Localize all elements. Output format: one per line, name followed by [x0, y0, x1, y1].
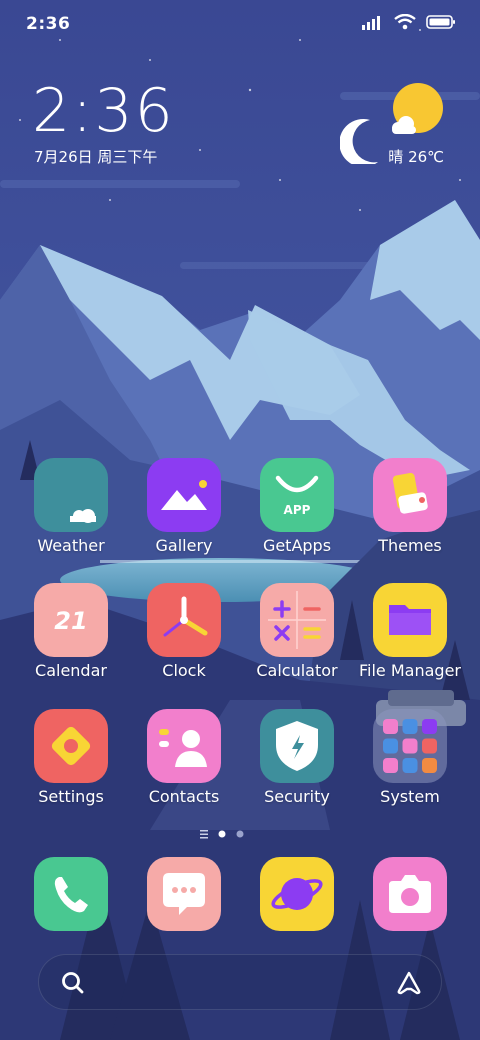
calculator-icon [260, 583, 334, 657]
getapps-icon-text: APP [284, 503, 311, 517]
wifi-icon [394, 14, 416, 30]
battery-icon [426, 15, 455, 29]
clock-icon [147, 583, 221, 657]
security-shield-icon [260, 709, 334, 783]
app-getapps[interactable]: APP GetApps [242, 458, 352, 568]
weather-summary: 晴 26℃ [388, 148, 444, 166]
folder-icon [373, 583, 447, 657]
search-bar[interactable] [38, 954, 442, 1010]
app-label-contacts: Contacts [148, 787, 220, 806]
signal-icon [362, 16, 380, 30]
app-calendar[interactable]: 21 Calendar [16, 583, 126, 693]
settings-gear-icon [34, 709, 108, 783]
app-clock[interactable]: Clock [129, 583, 239, 693]
app-label-weather: Weather [37, 536, 105, 555]
app-label-settings: Settings [38, 787, 104, 806]
assistant-icon[interactable] [395, 969, 423, 997]
app-label-getapps: GetApps [262, 536, 332, 555]
app-label-gallery: Gallery [155, 536, 213, 555]
app-label-security: Security [264, 787, 330, 806]
weather-app-icon [34, 458, 108, 532]
system-folder-icon [373, 709, 447, 783]
gallery-icon [147, 458, 221, 532]
search-icon [62, 972, 84, 994]
calendar-icon-day: 21 [54, 607, 87, 635]
app-file-manager[interactable]: File Manager [355, 583, 465, 693]
browser-planet-icon [260, 857, 334, 931]
dock-camera[interactable] [373, 857, 447, 931]
calendar-icon: 21 [34, 583, 108, 657]
page-dot-active [218, 830, 226, 838]
status-bar: 2:36 [0, 0, 480, 50]
app-label-system: System [380, 787, 440, 806]
app-folder-system[interactable]: System [355, 709, 465, 819]
app-label-calendar: Calendar [35, 661, 107, 680]
app-settings[interactable]: Settings [16, 709, 126, 819]
app-label-themes: Themes [378, 536, 442, 555]
app-gallery[interactable]: Gallery [129, 458, 239, 568]
app-label-calculator: Calculator [256, 661, 338, 680]
status-time: 2:36 [26, 14, 71, 34]
phone-icon [34, 857, 108, 931]
app-security[interactable]: Security [242, 709, 352, 819]
clock-widget-date: 7月26日 周三下午 [34, 148, 158, 166]
app-themes[interactable]: Themes [355, 458, 465, 568]
home-screen: 2:36 2:36 7月26日 周三下午 晴 26℃ Weather Galle… [0, 0, 480, 1040]
dock-phone[interactable] [34, 857, 108, 931]
page-indicator[interactable] [0, 826, 480, 842]
app-weather[interactable]: Weather [16, 458, 126, 568]
app-calculator[interactable]: Calculator [242, 583, 352, 693]
page-dot [236, 830, 244, 838]
home-menu-icon [200, 830, 208, 839]
app-label-clock: Clock [162, 661, 206, 680]
status-icons [362, 14, 456, 30]
dock-messages[interactable] [147, 857, 221, 931]
camera-icon [373, 857, 447, 931]
contacts-icon [147, 709, 221, 783]
dock-browser[interactable] [260, 857, 334, 931]
clock-widget-time[interactable]: 2:36 [32, 76, 175, 146]
messages-icon [147, 857, 221, 931]
themes-brush-icon [373, 458, 447, 532]
app-contacts[interactable]: Contacts [129, 709, 239, 819]
app-label-file-manager: File Manager [359, 661, 461, 680]
getapps-icon: APP [260, 458, 334, 532]
